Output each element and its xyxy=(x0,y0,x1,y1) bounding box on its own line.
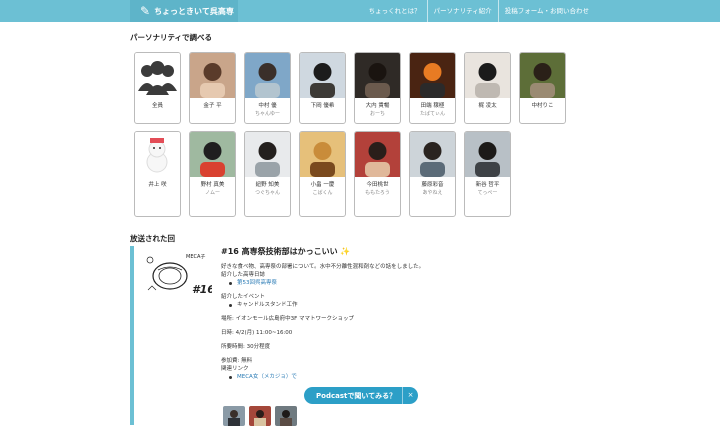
personality-photo xyxy=(410,53,455,98)
personality-thumb[interactable] xyxy=(223,406,245,426)
site-brand[interactable]: ✎ ちょっときいて呉高専 xyxy=(130,0,238,22)
personality-photo xyxy=(135,132,180,177)
site-title: ちょっときいて呉高専 xyxy=(154,6,234,16)
personality-name: 梶 凌太 xyxy=(478,103,497,109)
personality-name: 今田桃世 xyxy=(366,182,389,188)
svg-text:MECA子: MECA子 xyxy=(186,253,205,260)
section-heading-episodes: 放送された回 xyxy=(130,234,175,243)
close-icon[interactable]: × xyxy=(402,387,418,404)
personality-name: 中村 優 xyxy=(258,103,277,109)
related-link[interactable]: MECA女（メカジョ）で xyxy=(237,373,297,381)
personality-name: 中村りこ xyxy=(531,103,554,109)
personality-photo xyxy=(190,53,235,98)
personality-photo xyxy=(355,53,400,98)
episode-artwork[interactable]: #16 MECA子 xyxy=(140,250,212,302)
intro-school-item: 第53回呉高専祭 xyxy=(229,279,581,287)
personality-name: 井上 咲 xyxy=(148,182,167,188)
personality-card[interactable]: 井上 咲 xyxy=(134,131,181,217)
personality-name: 新谷 哲平 xyxy=(475,182,500,188)
personality-nickname: ちゃんゆー xyxy=(254,111,280,117)
event-date: 日時: 4/2(月) 11:00~16:00 xyxy=(221,330,293,336)
podcast-button[interactable]: Podcastで聞いてみる？ × xyxy=(304,387,418,404)
personality-photo xyxy=(465,132,510,177)
personality-name: 小畠 一慶 xyxy=(310,182,335,188)
personality-thumb[interactable] xyxy=(275,406,297,426)
episode-description: 好きな食べ物、高専祭の部署について。水中不分離性混和剤などの話をしました。 xyxy=(221,264,425,270)
intro-school-link[interactable]: 第53回呉高専祭 xyxy=(237,279,277,287)
event-place: 場所: イオンモール広島府中3F ママトワークショップ xyxy=(221,316,355,322)
personality-card[interactable]: 梶 凌太 xyxy=(464,52,511,124)
podcast-button-label[interactable]: Podcastで聞いてみる？ xyxy=(304,391,402,401)
personality-nickname: つぐちゃん xyxy=(254,190,280,196)
main-nav: ちょっくれとは？ パーソナリティ紹介 投稿フォーム・お問い合わせ xyxy=(363,0,595,22)
personality-name: 下岡 優希 xyxy=(310,103,335,109)
intro-event-item: キャンドルスタンド工作 xyxy=(229,301,581,309)
personality-name: 藤原彩音 xyxy=(421,182,444,188)
personality-card[interactable]: 下岡 優希 xyxy=(299,52,346,124)
personality-nickname: たばてぃん xyxy=(419,111,445,117)
nav-personalities[interactable]: パーソナリティ紹介 xyxy=(426,0,498,22)
personality-card[interactable]: 全員 xyxy=(134,52,181,124)
site-header: ✎ ちょっときいて呉高専 ちょっくれとは？ パーソナリティ紹介 投稿フォーム・お… xyxy=(0,0,720,22)
personality-nickname: こばくん xyxy=(312,190,333,196)
episode-personality-thumbs xyxy=(223,406,297,426)
personality-card[interactable]: 中村 優ちゃんゆー xyxy=(244,52,291,124)
personality-nickname: あやねえ xyxy=(422,190,443,196)
personality-photo xyxy=(300,53,345,98)
event-duration: 所要時間: 30分程度 xyxy=(221,344,271,350)
section-heading-personality: パーソナリティで調べる xyxy=(130,33,213,42)
personality-photo xyxy=(355,132,400,177)
personality-photo xyxy=(465,53,510,98)
related-link-item: MECA女（メカジョ）で xyxy=(229,373,581,381)
personality-name: 金子 平 xyxy=(203,103,222,109)
svg-text:#16: #16 xyxy=(192,283,212,296)
personality-card[interactable]: 紐野 知美つぐちゃん xyxy=(244,131,291,217)
related-links-label: 関連リンク xyxy=(221,366,249,372)
personality-card[interactable]: 田端 穣極たばてぃん xyxy=(409,52,456,124)
personality-thumb[interactable] xyxy=(249,406,271,426)
brand-logo-icon: ✎ xyxy=(140,4,151,18)
personality-photo xyxy=(410,132,455,177)
personality-card[interactable]: 小畠 一慶 こばくん xyxy=(299,131,346,217)
personality-card[interactable]: 中村りこ xyxy=(519,52,566,124)
personality-photo xyxy=(520,53,565,98)
personality-photo xyxy=(300,132,345,177)
personality-photo xyxy=(190,132,235,177)
nav-contact[interactable]: 投稿フォーム・お問い合わせ xyxy=(497,0,595,22)
group-icon xyxy=(135,53,180,98)
personality-nickname: てっぺー xyxy=(477,190,498,196)
personality-name: 大内 貴暢 xyxy=(365,103,390,109)
episode-body: #16 高専祭技術部はかっこいい ✨ 好きな食べ物、高専祭の部署について。水中不… xyxy=(221,246,581,381)
personality-card[interactable]: 野村 真美 ノムー xyxy=(189,131,236,217)
episode-title[interactable]: #16 高専祭技術部はかっこいい ✨ xyxy=(221,246,581,257)
personality-card[interactable]: 大内 貴暢 おーち xyxy=(354,52,401,124)
sparkle-icon: ✨ xyxy=(340,247,351,256)
personality-nickname: おーち xyxy=(369,111,385,117)
personality-card[interactable]: 藤原彩音 あやねえ xyxy=(409,131,456,217)
personality-name: 田端 穣極 xyxy=(420,103,445,109)
intro-school-label: 紹介した高専日誌 xyxy=(221,272,266,278)
personality-card[interactable]: 今田桃世 ももたろう xyxy=(354,131,401,217)
personality-photo xyxy=(245,53,290,98)
personality-name: 全員 xyxy=(151,103,163,109)
personality-card[interactable]: 新谷 哲平 てっぺー xyxy=(464,131,511,217)
event-fee: 参加費: 無料 xyxy=(221,358,253,364)
personality-card[interactable]: 金子 平 xyxy=(189,52,236,124)
episode-accent-bar xyxy=(130,246,134,425)
intro-event-label: 紹介したイベント xyxy=(221,294,266,300)
personality-nickname: ももたろう xyxy=(365,190,390,196)
personality-name: 野村 真美 xyxy=(200,182,225,188)
personality-name: 紐野 知美 xyxy=(255,182,280,188)
nav-about[interactable]: ちょっくれとは？ xyxy=(363,0,427,22)
personality-nickname: ノムー xyxy=(204,190,220,196)
personality-photo xyxy=(245,132,290,177)
